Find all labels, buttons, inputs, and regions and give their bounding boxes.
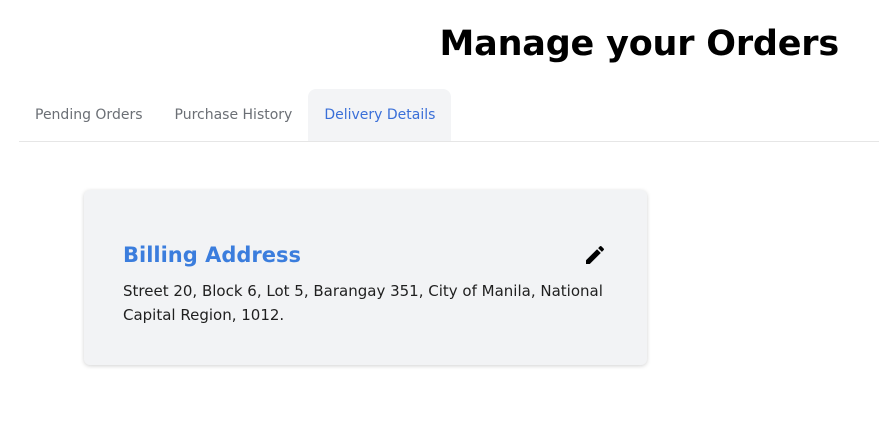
- order-tabs: Pending Orders Purchase History Delivery…: [19, 89, 879, 142]
- pencil-icon: [586, 245, 605, 264]
- billing-address-text: Street 20, Block 6, Lot 5, Barangay 351,…: [123, 282, 603, 324]
- tab-pending-orders[interactable]: Pending Orders: [19, 89, 159, 141]
- billing-address-title: Billing Address: [123, 243, 302, 267]
- manage-orders-page: Manage your Orders Pending Orders Purcha…: [0, 0, 879, 443]
- page-title: Manage your Orders: [439, 24, 840, 64]
- billing-address-card: Billing Address Street 20, Block 6, Lot …: [84, 190, 647, 365]
- tab-purchase-history[interactable]: Purchase History: [159, 89, 309, 141]
- edit-billing-address-button[interactable]: [582, 242, 608, 268]
- tab-delivery-details[interactable]: Delivery Details: [308, 89, 452, 141]
- billing-address-header: Billing Address: [123, 240, 607, 270]
